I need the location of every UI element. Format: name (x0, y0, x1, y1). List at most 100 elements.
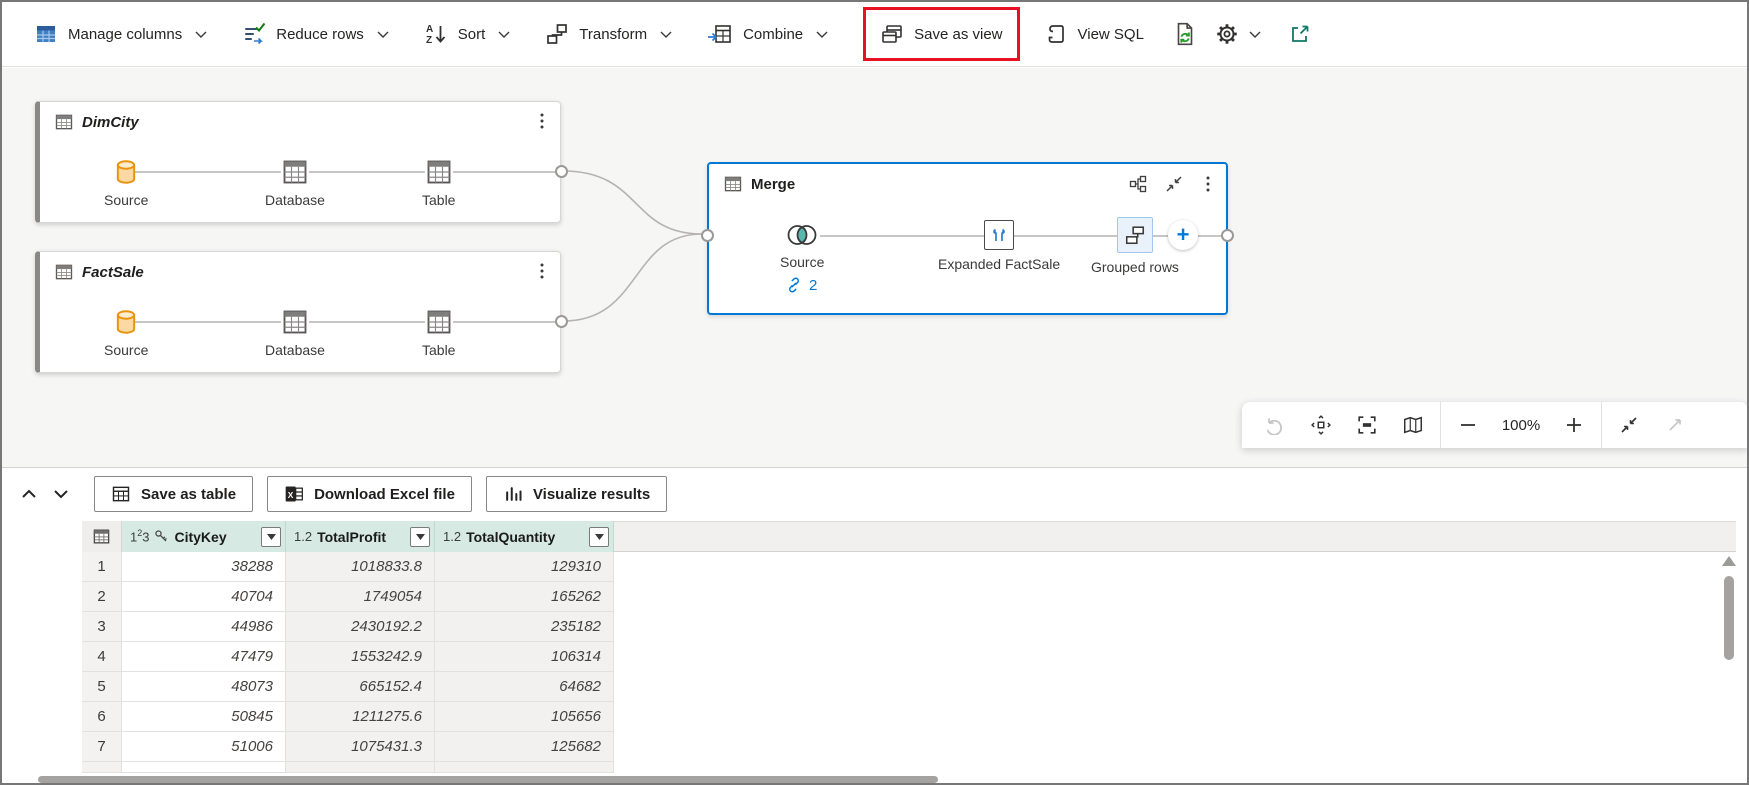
step-source[interactable]: Source (104, 308, 148, 358)
collapse-canvas-button[interactable] (1610, 406, 1648, 444)
diagram-canvas[interactable]: DimCity Source Database Table FactSale S… (2, 68, 1747, 467)
step-table[interactable]: Table (422, 308, 455, 358)
save-as-table-button[interactable]: Save as table (94, 476, 254, 512)
collapse-node-icon[interactable] (1164, 174, 1184, 194)
chevron-down-icon (660, 31, 672, 38)
scroll-up-button[interactable] (1722, 556, 1736, 566)
table-cell[interactable]: 105656 (435, 702, 614, 732)
undo-button[interactable] (1256, 406, 1294, 444)
manage-columns-button[interactable]: Manage columns (28, 14, 214, 54)
sort-button[interactable]: A Z Sort (418, 14, 518, 54)
column-filter-dropdown[interactable] (261, 526, 281, 547)
node-factsale[interactable]: FactSale Source Database Table (35, 251, 568, 373)
table-cell[interactable]: 38288 (122, 552, 286, 582)
expand-canvas-button[interactable] (1656, 406, 1694, 444)
view-sql-button[interactable]: View SQL (1038, 14, 1150, 54)
kebab-menu-icon[interactable] (534, 262, 550, 280)
step-merge-source[interactable]: Source (780, 222, 824, 270)
row-number[interactable]: 2 (82, 582, 122, 612)
fit-to-screen-button[interactable] (1348, 406, 1386, 444)
step-expanded-factsale[interactable]: Expanded FactSale (938, 220, 1060, 272)
merge-link-count[interactable]: 2 (785, 276, 817, 294)
refresh-script-button[interactable] (1164, 13, 1206, 55)
grid-corner-cell[interactable] (82, 521, 122, 552)
table-cell[interactable]: 1749054 (286, 582, 435, 612)
table-cell[interactable]: 125682 (435, 732, 614, 762)
column-header-totalquantity[interactable]: 1.2 TotalQuantity (435, 521, 614, 552)
column-header-totalprofit[interactable]: 1.2 TotalProfit (286, 521, 435, 552)
input-port[interactable] (701, 229, 714, 242)
column-name: TotalProfit (317, 528, 387, 545)
add-step-button[interactable]: + (1168, 220, 1198, 250)
node-dimcity[interactable]: DimCity Source Database Table (35, 101, 568, 223)
table-icon (112, 486, 130, 502)
step-source[interactable]: Source (104, 158, 148, 208)
visualize-results-button[interactable]: Visualize results (485, 476, 668, 512)
table-cell[interactable]: 1018833.8 (286, 552, 435, 582)
download-excel-button[interactable]: X Download Excel file (267, 476, 472, 512)
table-cell[interactable]: 44986 (122, 612, 286, 642)
table-cell[interactable]: 47479 (122, 642, 286, 672)
branch-share-icon[interactable] (1128, 174, 1148, 194)
open-in-new-window-button[interactable] (1280, 14, 1320, 54)
zoom-in-button[interactable] (1555, 406, 1593, 444)
node-merge[interactable]: Merge Source Expanded FactSale Grouped r… (701, 162, 1234, 315)
table-cell[interactable]: 1553242.9 (286, 642, 435, 672)
row-number[interactable]: 7 (82, 732, 122, 762)
step-grouped-rows[interactable]: Grouped rows (1091, 217, 1179, 275)
table-cell[interactable]: 665152.4 (286, 672, 435, 702)
output-port[interactable] (555, 315, 568, 328)
table-cell[interactable]: 165262 (435, 582, 614, 612)
row-number[interactable]: 3 (82, 612, 122, 642)
map-icon (1404, 416, 1422, 434)
vertical-scrollbar (1722, 556, 1736, 660)
transform-button[interactable]: Transform (539, 14, 679, 54)
table-cell[interactable]: 129310 (435, 552, 614, 582)
step-database[interactable]: Database (265, 308, 325, 358)
grid-header-row: 123 CityKey 1.2 TotalProfit 1.2 TotalQua… (82, 521, 614, 552)
results-chevron-up-button[interactable] (20, 487, 38, 501)
results-chevron-down-button[interactable] (52, 487, 70, 501)
minimap-button[interactable] (1394, 406, 1432, 444)
transform-toolbar: Manage columns Reduce rows A Z Sort Tran… (2, 2, 1747, 67)
table-cell[interactable]: 235182 (435, 612, 614, 642)
table-cell[interactable]: 50845 (122, 702, 286, 732)
sort-label: Sort (457, 25, 486, 43)
column-header-citykey[interactable]: 123 CityKey (122, 521, 286, 552)
column-filter-dropdown[interactable] (410, 526, 430, 547)
step-database[interactable]: Database (265, 158, 325, 208)
zoom-out-button[interactable] (1449, 406, 1487, 444)
output-port[interactable] (1221, 229, 1234, 242)
table-cell[interactable]: 64682 (435, 672, 614, 702)
expand-canvas-icon (1669, 419, 1681, 431)
kebab-menu-icon[interactable] (1200, 175, 1216, 193)
output-port[interactable] (555, 165, 568, 178)
table-cell[interactable]: 48073 (122, 672, 286, 702)
table-cell[interactable]: 1211275.6 (286, 702, 435, 732)
grid-body: 1 38288 1018833.8 129310 2 40704 1749054 165262… (82, 552, 614, 762)
horizontal-scrollbar-thumb[interactable] (38, 776, 938, 783)
kebab-menu-icon[interactable] (534, 112, 550, 130)
row-number[interactable]: 4 (82, 642, 122, 672)
combine-button[interactable]: Combine (701, 14, 835, 54)
pan-tool-button[interactable] (1302, 406, 1340, 444)
row-number[interactable]: 6 (82, 702, 122, 732)
step-table[interactable]: Table (422, 158, 455, 208)
step-label: Expanded FactSale (938, 256, 1061, 272)
chevron-down-icon (816, 31, 828, 38)
reduce-rows-button[interactable]: Reduce rows (236, 14, 396, 54)
row-number[interactable]: 1 (82, 552, 122, 582)
column-filter-dropdown[interactable] (589, 526, 609, 547)
column-name: TotalQuantity (466, 528, 556, 545)
table-cell[interactable]: 1075431.3 (286, 732, 435, 762)
visualize-icon (506, 487, 522, 501)
table-cell[interactable]: 40704 (122, 582, 286, 612)
row-number[interactable]: 5 (82, 672, 122, 702)
step-label: Source (104, 342, 149, 358)
settings-button[interactable] (1206, 13, 1270, 55)
vertical-scrollbar-thumb[interactable] (1724, 576, 1734, 660)
table-cell[interactable]: 106314 (435, 642, 614, 672)
table-cell[interactable]: 51006 (122, 732, 286, 762)
table-cell[interactable]: 2430192.2 (286, 612, 435, 642)
save-as-view-button[interactable]: Save as view (878, 14, 1004, 54)
